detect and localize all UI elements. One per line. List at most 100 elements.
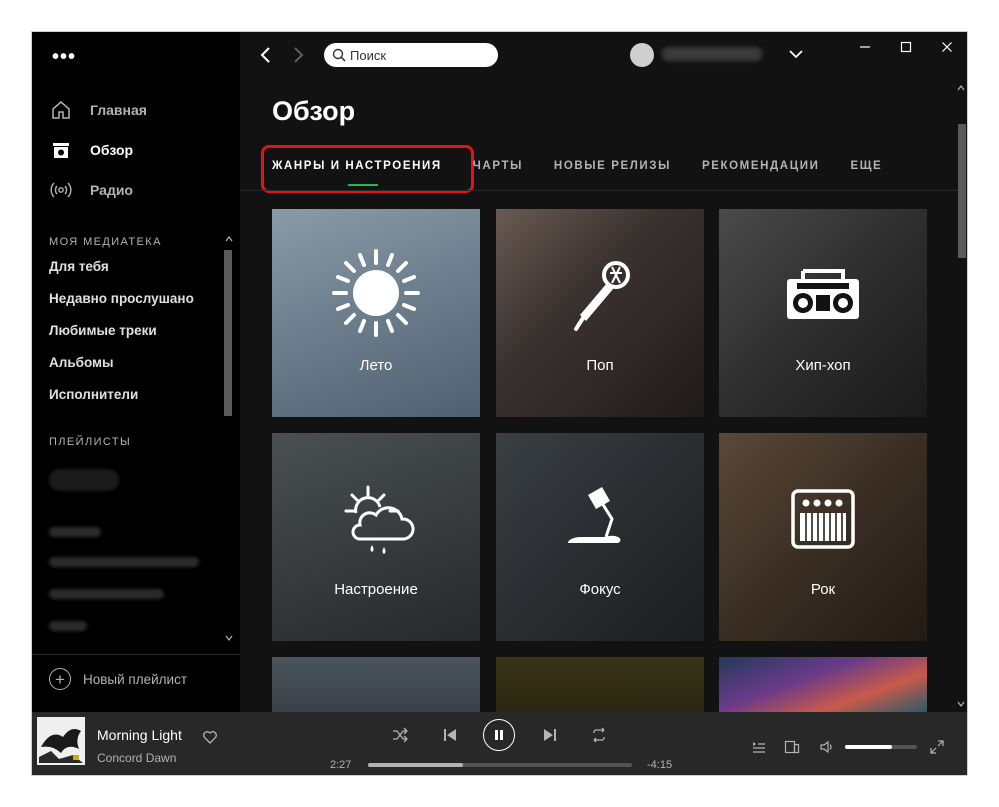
- tile-label: Рок: [810, 581, 836, 598]
- library-item-albums[interactable]: Альбомы: [49, 355, 114, 370]
- chevron-down-icon[interactable]: [788, 48, 804, 60]
- forward-button[interactable]: [288, 44, 308, 66]
- fullscreen-icon[interactable]: [929, 739, 945, 755]
- sidebar: ••• Главная Обзор Радио МОЯ МЕДИАТЕКА Дл…: [32, 32, 240, 712]
- minimize-button[interactable]: [850, 38, 880, 56]
- genre-tile-partial[interactable]: [719, 657, 927, 712]
- track-artist[interactable]: Concord Dawn: [97, 751, 176, 765]
- playback-progress-bar[interactable]: [368, 763, 632, 767]
- search-input[interactable]: [350, 47, 490, 63]
- desk-lamp-icon: [567, 487, 621, 543]
- chevron-up-icon[interactable]: [957, 84, 965, 92]
- main-content: Обзор ЖАНРЫ И НАСТРОЕНИЯ ЧАРТЫ НОВЫЕ РЕЛ…: [240, 32, 967, 712]
- repeat-icon[interactable]: [590, 726, 608, 744]
- chevron-up-icon[interactable]: [225, 235, 233, 243]
- tab-more[interactable]: ЕЩЕ: [850, 160, 882, 172]
- maximize-button[interactable]: [891, 38, 921, 56]
- nav-item-label: Радио: [90, 182, 133, 198]
- tab-charts[interactable]: ЧАРТЫ: [473, 160, 523, 172]
- playlist-item-blurred[interactable]: [49, 621, 87, 631]
- page-title: Обзор: [272, 96, 356, 126]
- microphone-icon: [574, 261, 630, 331]
- next-icon[interactable]: [541, 726, 559, 744]
- progress-fill: [368, 763, 464, 767]
- genre-tile-pop[interactable]: Поп: [496, 209, 704, 417]
- spotify-window: ••• Главная Обзор Радио МОЯ МЕДИАТЕКА Дл…: [32, 32, 967, 775]
- volume-slider[interactable]: [845, 745, 917, 749]
- pause-button[interactable]: [483, 719, 515, 751]
- playlist-item-blurred[interactable]: [49, 527, 101, 537]
- app-menu-button[interactable]: •••: [52, 47, 76, 67]
- amplifier-icon: [791, 489, 855, 549]
- new-playlist-button[interactable]: + Новый плейлист: [49, 668, 187, 690]
- now-playing-bar: Morning Light Concord Dawn 2:27 -4:15: [32, 712, 967, 775]
- library-item-for-you[interactable]: Для тебя: [49, 259, 109, 274]
- tab-genres-moods[interactable]: ЖАНРЫ И НАСТРОЕНИЯ: [272, 160, 442, 186]
- tab-new-releases[interactable]: НОВЫЕ РЕЛИЗЫ: [554, 160, 671, 172]
- library-item-recently-played[interactable]: Недавно прослушано: [49, 291, 194, 306]
- nav-item-label: Главная: [90, 102, 147, 118]
- genre-tile-summer[interactable]: Лето: [272, 209, 480, 417]
- tab-label: РЕКОМЕНДАЦИИ: [701, 160, 820, 172]
- library-section-title: МОЯ МЕДИАТЕКА: [49, 236, 162, 248]
- active-tab-indicator: [348, 184, 378, 186]
- search-icon: [332, 48, 346, 62]
- shuffle-icon[interactable]: [391, 726, 409, 744]
- remaining-time: -4:15: [647, 759, 673, 771]
- back-button[interactable]: [256, 44, 276, 66]
- playlists-section-title: ПЛЕЙЛИСТЫ: [49, 436, 132, 448]
- avatar[interactable]: [630, 43, 654, 67]
- volume-icon[interactable]: [819, 739, 835, 755]
- browse-icon: [50, 139, 72, 161]
- nav-item-home[interactable]: Главная: [50, 98, 147, 122]
- browse-tabs: ЖАНРЫ И НАСТРОЕНИЯ ЧАРТЫ НОВЫЕ РЕЛИЗЫ РЕ…: [272, 160, 913, 186]
- elapsed-time: 2:27: [330, 759, 352, 771]
- tab-label: ЖАНРЫ И НАСТРОЕНИЯ: [272, 160, 442, 172]
- home-icon: [50, 99, 72, 121]
- tabs-divider: [240, 190, 960, 191]
- search-box[interactable]: [324, 43, 498, 67]
- radio-icon: [50, 179, 72, 201]
- chevron-down-icon[interactable]: [957, 700, 965, 708]
- tile-label: Поп: [586, 357, 614, 374]
- devices-icon[interactable]: [784, 739, 800, 755]
- plus-icon: +: [49, 668, 71, 690]
- genre-tile-rock[interactable]: Рок: [719, 433, 927, 641]
- new-playlist-label: Новый плейлист: [83, 671, 188, 687]
- pause-icon: [495, 730, 503, 740]
- tab-recommendations[interactable]: РЕКОМЕНДАЦИИ: [702, 160, 820, 172]
- genre-tile-hiphop[interactable]: Хип-хоп: [719, 209, 927, 417]
- heart-icon[interactable]: [202, 729, 218, 745]
- genre-tile-focus[interactable]: Фокус: [496, 433, 704, 641]
- tab-label: ЕЩЕ: [850, 160, 883, 172]
- playlist-item-blurred[interactable]: [49, 557, 199, 567]
- library-item-artists[interactable]: Исполнители: [49, 387, 138, 402]
- genre-tile-mood[interactable]: Настроение: [272, 433, 480, 641]
- album-cover[interactable]: [37, 717, 85, 765]
- username-blurred[interactable]: [662, 47, 762, 61]
- track-title[interactable]: Morning Light: [97, 727, 182, 743]
- sidebar-divider: [32, 654, 240, 655]
- tile-label: Фокус: [579, 581, 621, 598]
- playlist-item-blurred[interactable]: [49, 469, 119, 491]
- genre-tile-partial[interactable]: [272, 657, 480, 712]
- chevron-down-icon[interactable]: [225, 634, 233, 642]
- playlist-item-blurred[interactable]: [49, 589, 164, 599]
- close-button[interactable]: [932, 38, 962, 56]
- queue-icon[interactable]: [751, 739, 767, 755]
- nav-item-radio[interactable]: Радио: [50, 178, 133, 202]
- tile-label: Хип-хоп: [795, 357, 851, 374]
- tile-label: Настроение: [334, 581, 418, 598]
- library-item-liked-tracks[interactable]: Любимые треки: [49, 323, 157, 338]
- tab-label: НОВЫЕ РЕЛИЗЫ: [553, 160, 671, 172]
- main-scrollbar[interactable]: [958, 124, 966, 258]
- volume-fill: [845, 745, 892, 749]
- genre-tile-partial[interactable]: [496, 657, 704, 712]
- nav-item-label: Обзор: [90, 142, 134, 158]
- tab-label: ЧАРТЫ: [472, 160, 523, 172]
- sidebar-scrollbar[interactable]: [224, 250, 232, 416]
- nav-item-browse[interactable]: Обзор: [50, 138, 133, 162]
- tile-label: Лето: [359, 357, 393, 374]
- previous-icon[interactable]: [441, 726, 459, 744]
- weather-icon: [344, 485, 415, 554]
